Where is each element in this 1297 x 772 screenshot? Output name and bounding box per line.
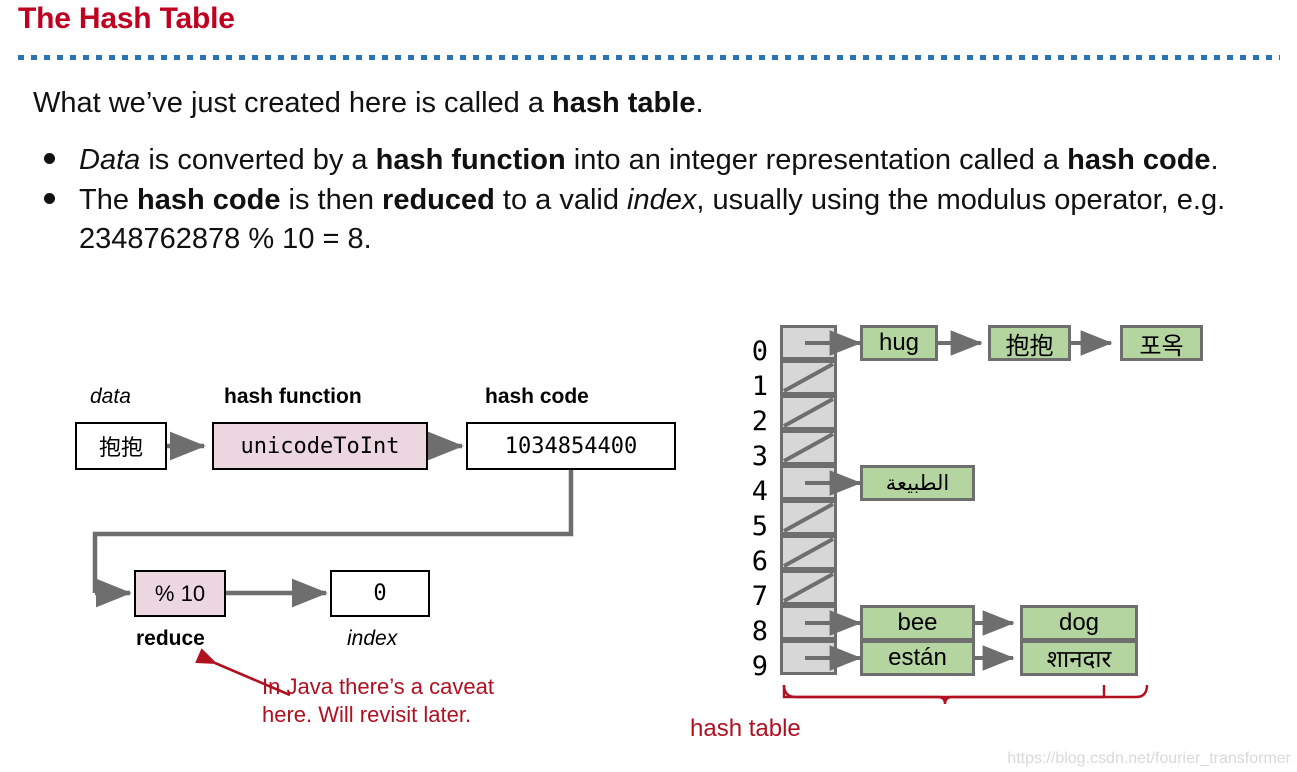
label-hash-function: hash function	[224, 385, 362, 408]
chain-node-0-0[interactable]: hug	[860, 325, 938, 361]
chain-node-9-1[interactable]: शानदार	[1020, 640, 1138, 676]
null-slash-2	[783, 397, 834, 428]
chain-node-9-0[interactable]: están	[860, 640, 975, 676]
null-slash-5	[783, 502, 834, 533]
hash-table-diagram: 0 1 2 3 4 5 6 7 8 9 hug 抱抱 포옥 الطبيعة be…	[690, 300, 1297, 772]
chain-node-4-0[interactable]: الطبيعة	[860, 465, 975, 501]
box-hash-function: unicodeToInt	[212, 422, 428, 470]
hash-table-brace	[782, 684, 1149, 705]
slide-canvas: The Hash Table What we’ve just created h…	[0, 0, 1297, 772]
null-slash-3	[783, 432, 834, 463]
chain-node-8-1[interactable]: dog	[1020, 605, 1138, 641]
box-modulus: % 10	[134, 570, 226, 617]
label-index: index	[347, 627, 398, 650]
null-slash-6	[783, 537, 834, 568]
bullet1-seg-4: hash code	[1067, 144, 1211, 176]
null-slash-1	[783, 362, 834, 393]
label-reduce: reduce	[136, 627, 205, 650]
label-hash-code: hash code	[485, 385, 589, 408]
bullet1-seg-5: .	[1210, 144, 1219, 176]
null-slash-7	[783, 572, 834, 603]
hash-flow-diagram: data hash function hash code reduce inde…	[0, 0, 700, 772]
chain-node-0-2[interactable]: 포옥	[1120, 325, 1203, 361]
chain-node-8-0[interactable]: bee	[860, 605, 975, 641]
caveat-note: In Java there’s a caveat here. Will revi…	[262, 674, 494, 728]
box-hash-code: 1034854400	[466, 422, 676, 470]
box-index-value: 0	[330, 570, 430, 617]
hash-table-label: hash table	[690, 715, 801, 742]
label-data: data	[90, 385, 131, 408]
watermark-text: https://blog.csdn.net/fourier_transforme…	[1007, 750, 1291, 767]
table-connectors	[782, 330, 1149, 705]
box-data-value: 抱抱	[75, 422, 167, 470]
chain-node-0-1[interactable]: 抱抱	[988, 325, 1071, 361]
